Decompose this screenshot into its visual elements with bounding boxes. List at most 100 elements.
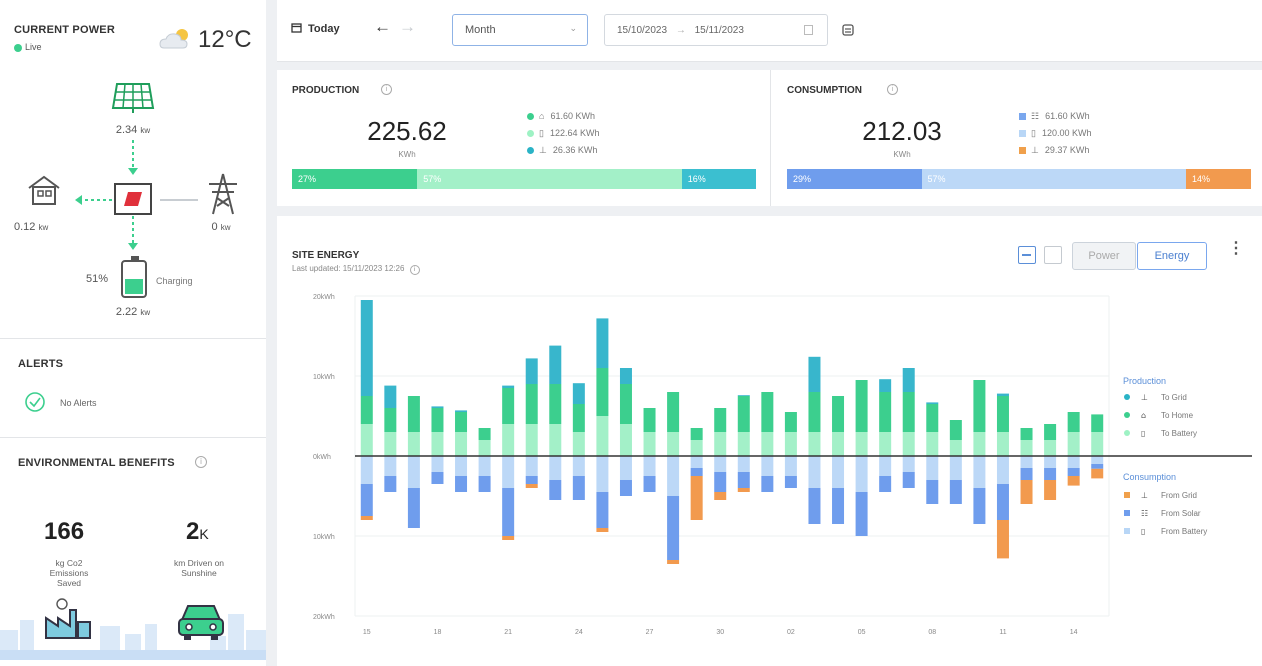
bar-production-to-grid bbox=[902, 368, 915, 392]
x-tick-label: 27 bbox=[646, 629, 654, 636]
legend-glyph-icon: ⌂ bbox=[1141, 411, 1146, 420]
bar-consumption-from-solar bbox=[572, 476, 585, 500]
km-value: 2K bbox=[186, 518, 209, 545]
bar-consumption-from-grid bbox=[714, 492, 727, 500]
bar-production-to-home bbox=[619, 384, 632, 424]
bar-production-to-battery bbox=[572, 432, 585, 456]
bar-consumption-from-solar bbox=[784, 476, 797, 488]
bar-production-to-home bbox=[1091, 414, 1104, 432]
bar-production-to-home bbox=[902, 392, 915, 432]
left-panel: CURRENT POWER Live 12°C 2.34 kw 0.12 kw … bbox=[0, 0, 266, 666]
bar-consumption-from-battery bbox=[737, 456, 750, 472]
legend-glyph-icon: ▯ bbox=[1141, 527, 1145, 536]
arrow-left-icon[interactable]: ← bbox=[374, 17, 391, 37]
arrow-right-icon[interactable]: → bbox=[399, 17, 416, 37]
bar-production-to-battery bbox=[596, 416, 609, 456]
bar-consumption-from-solar bbox=[879, 476, 892, 492]
export-icon[interactable] bbox=[841, 23, 855, 37]
alerts-message: No Alerts bbox=[60, 398, 97, 408]
bar-production-to-battery bbox=[502, 424, 515, 456]
bar-production-to-battery bbox=[902, 432, 915, 456]
chevron-down-icon: ⌄ bbox=[569, 23, 577, 33]
battery-icon bbox=[121, 256, 147, 298]
bar-production-to-battery bbox=[619, 424, 632, 456]
x-tick-label: 30 bbox=[716, 629, 724, 636]
bar-consumption-from-battery bbox=[1044, 456, 1057, 468]
calendar-icon bbox=[291, 23, 302, 33]
consumption-title: CONSUMPTION bbox=[787, 85, 862, 96]
legend-production-title: Production bbox=[1123, 376, 1166, 386]
bar-consumption-from-solar bbox=[525, 476, 538, 484]
bar-consumption-from-battery bbox=[784, 456, 797, 476]
legend-item-label: From Grid bbox=[1161, 491, 1197, 500]
bar-consumption-from-solar bbox=[360, 484, 373, 516]
today-button[interactable]: Today bbox=[291, 22, 340, 35]
bar-consumption-from-solar bbox=[902, 472, 915, 488]
y-tick-label: 20kWh bbox=[313, 294, 335, 301]
legend-marker bbox=[1124, 510, 1130, 516]
bar-production-to-battery bbox=[973, 432, 986, 456]
bar-consumption-from-solar bbox=[431, 472, 444, 484]
production-row: ⌂ 61.60 KWh bbox=[527, 111, 595, 121]
bar-consumption-from-solar bbox=[808, 488, 821, 524]
bar-production-to-home bbox=[643, 408, 656, 432]
bar-production-to-battery bbox=[1020, 440, 1033, 456]
bar-consumption-from-solar bbox=[549, 480, 562, 500]
bar-consumption-from-grid bbox=[1044, 480, 1057, 500]
bar-production-to-home bbox=[502, 388, 515, 424]
bar-production-to-home bbox=[832, 396, 845, 432]
km-label: km Driven on Sunshine bbox=[173, 558, 225, 578]
production-row: ▯ 122.64 KWh bbox=[527, 128, 599, 139]
check-circle-icon bbox=[25, 392, 45, 412]
production-total: 225.62 bbox=[367, 116, 447, 146]
divider bbox=[0, 437, 266, 438]
info-icon[interactable]: i bbox=[195, 456, 207, 468]
bar-consumption-from-battery bbox=[431, 456, 444, 472]
bar-consumption-from-battery bbox=[596, 456, 609, 492]
summary-card: PRODUCTION i 225.62 KWh ⌂ 61.60 KWh ▯ 122.… bbox=[277, 70, 1262, 206]
cloud-sun-icon bbox=[159, 29, 188, 49]
bar-production-to-home bbox=[478, 428, 491, 440]
bar-consumption-from-solar bbox=[667, 496, 680, 560]
bar-consumption-from-battery bbox=[808, 456, 821, 488]
legend-item-label: To Home bbox=[1161, 411, 1194, 420]
legend-marker bbox=[1124, 492, 1130, 498]
x-tick-label: 24 bbox=[575, 629, 583, 636]
production-bar-segment: 27% bbox=[292, 169, 418, 189]
legend-item-label: To Grid bbox=[1161, 393, 1187, 402]
legend-marker bbox=[1124, 394, 1130, 400]
bar-consumption-from-grid bbox=[525, 484, 538, 488]
bar-production-to-battery bbox=[761, 432, 774, 456]
temperature: 12°C bbox=[198, 26, 252, 53]
bar-consumption-from-solar bbox=[478, 476, 491, 492]
consumption-info-icon[interactable]: i bbox=[887, 84, 898, 95]
bar-production-to-home bbox=[855, 380, 868, 432]
bar-production-to-grid bbox=[549, 345, 562, 384]
bar-production-to-battery bbox=[407, 432, 420, 456]
bar-consumption-from-battery bbox=[926, 456, 939, 480]
bar-production-to-home bbox=[1067, 412, 1080, 432]
production-title: PRODUCTION bbox=[292, 85, 360, 96]
bar-consumption-from-solar bbox=[832, 488, 845, 524]
bar-consumption-from-battery bbox=[643, 456, 656, 476]
bar-consumption-from-grid bbox=[596, 528, 609, 532]
x-tick-label: 18 bbox=[434, 629, 442, 636]
calendar-small-icon bbox=[804, 25, 813, 35]
bar-production-to-home bbox=[926, 404, 939, 432]
home-power-value: 0.12 kw bbox=[14, 221, 49, 233]
period-select[interactable]: Month ⌄ bbox=[452, 14, 588, 46]
bar-production-to-grid bbox=[926, 402, 939, 404]
bar-production-to-home bbox=[1044, 424, 1057, 440]
date-range-input[interactable]: 15/10/2023 → 15/11/2023 bbox=[604, 14, 828, 46]
bar-consumption-from-solar bbox=[1020, 468, 1033, 480]
legend-consumption-title: Consumption bbox=[1123, 472, 1176, 482]
bar-production-to-battery bbox=[832, 432, 845, 456]
production-info-icon[interactable]: i bbox=[381, 84, 392, 95]
bar-consumption-from-grid bbox=[996, 520, 1009, 559]
y-tick-label: 10kWh bbox=[313, 374, 335, 381]
live-status: Live bbox=[14, 42, 42, 52]
bar-consumption-from-battery bbox=[667, 456, 680, 496]
bar-production-to-battery bbox=[996, 432, 1009, 456]
legend-marker bbox=[1124, 430, 1130, 436]
battery-small-icon: ▯ bbox=[539, 128, 544, 138]
